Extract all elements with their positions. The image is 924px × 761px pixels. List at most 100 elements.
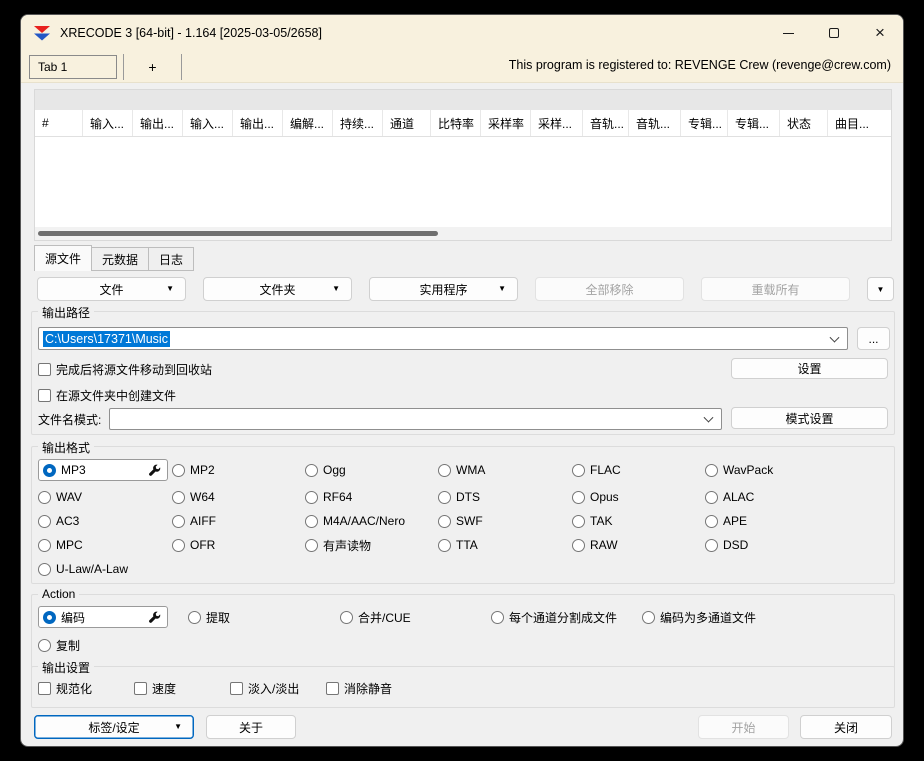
format-mp3-selected-box[interactable]: MP3 bbox=[38, 459, 168, 481]
column-header[interactable]: 持续... bbox=[333, 110, 383, 136]
radio-icon[interactable] bbox=[491, 611, 504, 624]
format-option[interactable]: RF64 bbox=[305, 488, 352, 506]
table-body-empty[interactable] bbox=[35, 137, 891, 227]
format-option[interactable]: TAK bbox=[572, 512, 612, 530]
radio-selected-icon[interactable] bbox=[43, 464, 56, 477]
radio-icon[interactable] bbox=[38, 515, 51, 528]
wrench-icon[interactable] bbox=[148, 611, 161, 624]
format-option[interactable]: Ogg bbox=[305, 461, 346, 479]
format-option[interactable]: SWF bbox=[438, 512, 483, 530]
filename-pattern-combobox[interactable] bbox=[109, 408, 722, 430]
format-option[interactable]: 有声读物 bbox=[305, 536, 371, 554]
column-header[interactable]: 比特率 bbox=[431, 110, 481, 136]
column-header[interactable]: 通道 bbox=[383, 110, 431, 136]
radio-icon[interactable] bbox=[38, 563, 51, 576]
output-path-combobox[interactable]: C:\Users\17371\Music bbox=[38, 327, 848, 350]
tab-source-files[interactable]: 源文件 bbox=[34, 245, 92, 271]
action-option[interactable]: 每个通道分割成文件 bbox=[491, 608, 617, 626]
column-header[interactable]: 曲目... bbox=[828, 110, 893, 136]
radio-icon[interactable] bbox=[305, 464, 318, 477]
format-option[interactable]: WavPack bbox=[705, 461, 773, 479]
format-option[interactable]: DSD bbox=[705, 536, 748, 554]
tab-metadata[interactable]: 元数据 bbox=[91, 247, 149, 271]
format-option[interactable]: RAW bbox=[572, 536, 618, 554]
horizontal-scrollbar[interactable] bbox=[35, 227, 891, 240]
radio-icon[interactable] bbox=[572, 491, 585, 504]
about-button[interactable]: 关于 bbox=[206, 715, 296, 739]
checkbox-icon[interactable] bbox=[38, 389, 51, 402]
radio-icon[interactable] bbox=[172, 539, 185, 552]
format-option[interactable]: OFR bbox=[172, 536, 215, 554]
radio-icon[interactable] bbox=[172, 464, 185, 477]
remove-all-button[interactable]: 全部移除 bbox=[535, 277, 684, 301]
utilities-button[interactable]: 实用程序 ▼ bbox=[369, 277, 518, 301]
column-header[interactable]: 专辑... bbox=[728, 110, 780, 136]
checkbox-icon[interactable] bbox=[134, 682, 147, 695]
checkbox-icon[interactable] bbox=[230, 682, 243, 695]
silence-removal-checkbox-row[interactable]: 消除静音 bbox=[326, 679, 392, 697]
add-folder-button[interactable]: 文件夹 ▼ bbox=[203, 277, 352, 301]
format-option[interactable]: WAV bbox=[38, 488, 82, 506]
column-header[interactable]: 状态 bbox=[780, 110, 828, 136]
maximize-button[interactable] bbox=[811, 15, 857, 51]
format-option[interactable]: M4A/AAC/Nero bbox=[305, 512, 405, 530]
radio-icon[interactable] bbox=[305, 491, 318, 504]
column-header[interactable]: 输出... bbox=[133, 110, 183, 136]
format-option[interactable]: ALAC bbox=[705, 488, 754, 506]
column-header[interactable]: 输入... bbox=[183, 110, 233, 136]
action-option[interactable]: 合并/CUE bbox=[340, 608, 411, 626]
add-file-button[interactable]: 文件 ▼ bbox=[37, 277, 186, 301]
move-to-recycle-checkbox-row[interactable]: 完成后将源文件移动到回收站 bbox=[38, 360, 212, 378]
column-header[interactable]: 编解... bbox=[283, 110, 333, 136]
action-option[interactable]: 提取 bbox=[188, 608, 230, 626]
radio-icon[interactable] bbox=[305, 515, 318, 528]
minimize-button[interactable] bbox=[765, 15, 811, 51]
action-option[interactable]: 复制 bbox=[38, 636, 80, 654]
radio-icon[interactable] bbox=[305, 539, 318, 552]
action-option[interactable]: 编码为多通道文件 bbox=[642, 608, 756, 626]
add-tab-button[interactable]: + bbox=[125, 55, 180, 79]
checkbox-icon[interactable] bbox=[326, 682, 339, 695]
combo-chevron-icon[interactable] bbox=[704, 413, 714, 423]
radio-selected-icon[interactable] bbox=[43, 611, 56, 624]
tags-settings-button[interactable]: 标签/设定 ▼ bbox=[34, 715, 194, 739]
radio-icon[interactable] bbox=[438, 539, 451, 552]
format-option[interactable]: MPC bbox=[38, 536, 83, 554]
radio-icon[interactable] bbox=[38, 639, 51, 652]
radio-icon[interactable] bbox=[438, 515, 451, 528]
radio-icon[interactable] bbox=[642, 611, 655, 624]
radio-icon[interactable] bbox=[38, 491, 51, 504]
column-header[interactable]: 采样... bbox=[531, 110, 583, 136]
radio-icon[interactable] bbox=[438, 491, 451, 504]
format-option[interactable]: AIFF bbox=[172, 512, 216, 530]
create-in-source-checkbox-row[interactable]: 在源文件夹中创建文件 bbox=[38, 386, 176, 404]
column-header[interactable]: 采样率 bbox=[481, 110, 531, 136]
radio-icon[interactable] bbox=[705, 539, 718, 552]
column-header[interactable]: 音轨... bbox=[583, 110, 629, 136]
format-option[interactable]: U-Law/A-Law bbox=[38, 560, 128, 578]
radio-icon[interactable] bbox=[705, 491, 718, 504]
format-option[interactable]: W64 bbox=[172, 488, 215, 506]
radio-icon[interactable] bbox=[572, 539, 585, 552]
format-option[interactable]: FLAC bbox=[572, 461, 621, 479]
radio-icon[interactable] bbox=[438, 464, 451, 477]
column-header[interactable]: 音轨... bbox=[629, 110, 681, 136]
checkbox-icon[interactable] bbox=[38, 363, 51, 376]
browse-output-path-button[interactable]: ... bbox=[857, 327, 890, 350]
fade-checkbox-row[interactable]: 淡入/淡出 bbox=[230, 679, 299, 697]
radio-icon[interactable] bbox=[572, 464, 585, 477]
combo-chevron-icon[interactable] bbox=[830, 332, 840, 342]
radio-icon[interactable] bbox=[340, 611, 353, 624]
settings-button[interactable]: 设置 bbox=[731, 358, 888, 379]
tab-log[interactable]: 日志 bbox=[148, 247, 194, 271]
column-header[interactable]: 专辑... bbox=[681, 110, 728, 136]
column-header[interactable]: 输入... bbox=[83, 110, 133, 136]
format-option[interactable]: APE bbox=[705, 512, 747, 530]
action-encode-selected-box[interactable]: 编码 bbox=[38, 606, 168, 628]
close-dialog-button[interactable]: 关闭 bbox=[800, 715, 892, 739]
format-option[interactable]: Opus bbox=[572, 488, 619, 506]
close-button[interactable]: × bbox=[857, 15, 903, 51]
normalize-checkbox-row[interactable]: 规范化 bbox=[38, 679, 92, 697]
scrollbar-thumb[interactable] bbox=[38, 231, 438, 236]
radio-icon[interactable] bbox=[705, 515, 718, 528]
